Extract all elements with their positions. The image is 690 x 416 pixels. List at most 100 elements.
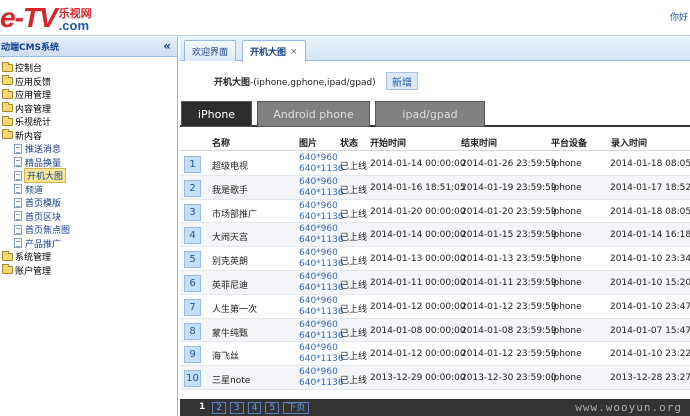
collapse-icon[interactable]: «: [163, 39, 171, 53]
table-row[interactable]: 10 三星note 640*960 640*1136 已上线 2013-12-29 00:…: [180, 366, 690, 390]
page-5[interactable]: 5: [265, 401, 280, 414]
row-platform: iphone: [551, 373, 582, 384]
sidebar-item-system-management[interactable]: 系统管理: [0, 250, 177, 264]
pic-640x960-link[interactable]: 640*960: [299, 272, 344, 283]
folder-icon: [2, 250, 13, 261]
letv-logo[interactable]: e-TV 乐视网 .com: [0, 2, 92, 33]
sidebar-item-home-focus[interactable]: 首页焦点图: [0, 223, 177, 237]
tab-welcome[interactable]: 欢迎界面: [184, 40, 237, 61]
row-start-time: 2014-01-12 00:00:00: [370, 301, 466, 312]
row-pic-links[interactable]: 640*960 640*1136: [299, 343, 344, 365]
platform-tab-android[interactable]: Android phone: [257, 101, 370, 127]
row-name-link[interactable]: 市场部推广: [212, 207, 257, 220]
pic-640x1136-link[interactable]: 640*1136: [299, 164, 344, 175]
row-name-link[interactable]: 别克英朗: [212, 254, 248, 267]
row-number: 6: [184, 274, 201, 292]
pic-640x1136-link[interactable]: 640*1136: [299, 283, 344, 294]
platform-tab-ipad[interactable]: ipad/gpad: [375, 101, 485, 127]
pic-640x1136-link[interactable]: 640*1136: [299, 212, 344, 223]
table-row[interactable]: 4 大闹天宫 640*960 640*1136 已上线 2014-01-14 00:00:…: [180, 223, 690, 248]
next-page-link[interactable]: 下页: [283, 401, 310, 414]
pic-640x960-link[interactable]: 640*960: [299, 201, 344, 212]
pic-640x960-link[interactable]: 640*960: [299, 224, 344, 235]
pic-640x1136-link[interactable]: 640*1136: [299, 354, 344, 365]
page-3[interactable]: 3: [230, 401, 244, 414]
document-icon: [14, 170, 22, 181]
page-2[interactable]: 2: [212, 401, 226, 414]
col-start: 开始时间: [370, 139, 407, 149]
table-row[interactable]: 3 市场部推广 640*960 640*1136 已上线 2014-01-20 00:00…: [180, 200, 690, 224]
sidebar-item-splash-image[interactable]: 开机大图: [0, 168, 177, 184]
sidebar-item-home-block[interactable]: 首页区块: [0, 210, 177, 224]
platform-tab-iphone[interactable]: iPhone: [181, 101, 252, 127]
row-pic-links[interactable]: 640*960 640*1136: [299, 177, 344, 199]
row-pic-links[interactable]: 640*960 640*1136: [299, 320, 344, 342]
row-name-link[interactable]: 超级电视: [212, 159, 248, 172]
pic-640x1136-link[interactable]: 640*1136: [299, 259, 344, 270]
pic-640x960-link[interactable]: 640*960: [299, 296, 344, 307]
table-row[interactable]: 6 英菲尼迪 640*960 640*1136 已上线 2014-01-11 00:00:…: [180, 270, 690, 295]
sidebar-item-app-exchange[interactable]: 精品换量: [0, 156, 177, 170]
pic-640x960-link[interactable]: 640*960: [299, 320, 344, 331]
row-end-time: 2014-01-12 23:59:59: [461, 301, 557, 312]
close-icon[interactable]: ×: [290, 47, 298, 57]
sidebar-item-home-template[interactable]: 首页模版: [0, 196, 177, 210]
sidebar-item-new-content[interactable]: 新内容: [0, 129, 177, 143]
sidebar-item-console[interactable]: 控制台: [0, 61, 177, 75]
table-header: 名称 图片 状态 开始时间 结束时间 平台设备 录入时间: [180, 131, 690, 151]
table-row[interactable]: 2 我是歌手 640*960 640*1136 已上线 2014-01-16 18:51:…: [180, 175, 690, 200]
sidebar-item-channel[interactable]: 频道: [0, 183, 177, 197]
table-row[interactable]: 1 超级电视 640*960 640*1136 已上线 2014-01-14 00:00:…: [180, 152, 690, 176]
document-icon: [14, 143, 22, 154]
row-name-link[interactable]: 我是歌手: [212, 183, 248, 196]
row-pic-links[interactable]: 640*960 640*1136: [299, 153, 344, 175]
table-row[interactable]: 5 别克英朗 640*960 640*1136 已上线 2014-01-13 00:00:…: [180, 247, 690, 271]
row-pic-links[interactable]: 640*960 640*1136: [299, 367, 344, 389]
row-pic-links[interactable]: 640*960 640*1136: [299, 201, 344, 223]
sidebar-item-app-management[interactable]: 应用管理: [0, 88, 177, 102]
folder-icon: [2, 75, 13, 86]
table-row[interactable]: 9 海飞丝 640*960 640*1136 已上线 2014-01-12 00:00:0…: [180, 342, 690, 367]
row-name-link[interactable]: 蒙牛纯甄: [212, 326, 248, 339]
pic-640x960-link[interactable]: 640*960: [299, 153, 344, 164]
pic-640x1136-link[interactable]: 640*1136: [299, 307, 344, 318]
sidebar-item-letv-stats[interactable]: 乐视统计: [0, 115, 177, 129]
sidebar-item-feedback[interactable]: 应用反馈: [0, 75, 177, 89]
pic-640x960-link[interactable]: 640*960: [299, 343, 344, 354]
pic-640x960-link[interactable]: 640*960: [299, 367, 344, 378]
row-name-link[interactable]: 大闹天宫: [212, 230, 248, 243]
pic-640x960-link[interactable]: 640*960: [299, 248, 344, 259]
row-number: 3: [184, 203, 201, 221]
watermark: www.wooyun.org: [575, 401, 682, 414]
row-name-link[interactable]: 人生第一次: [212, 302, 257, 315]
tab-splash-image[interactable]: 开机大图 ×: [242, 40, 306, 62]
row-number: 2: [184, 179, 201, 197]
col-pic: 图片: [299, 139, 318, 149]
page-1[interactable]: 1: [196, 402, 208, 414]
page-4[interactable]: 4: [247, 401, 262, 414]
row-name-link[interactable]: 三星note: [212, 373, 250, 386]
pic-640x1136-link[interactable]: 640*1136: [299, 331, 344, 342]
row-end-time: 2013-12-30 23:59:00: [461, 373, 557, 384]
sidebar-item-product-promo[interactable]: 产品推广: [0, 237, 177, 251]
pic-640x960-link[interactable]: 640*960: [299, 177, 344, 188]
pic-640x1136-link[interactable]: 640*1136: [299, 235, 344, 246]
table-row[interactable]: 7 人生第一次 640*960 640*1136 已上线 2014-01-12 00:00…: [180, 295, 690, 319]
table-row[interactable]: 8 蒙牛纯甄 640*960 640*1136 已上线 2014-01-08 00:00:…: [180, 318, 690, 343]
sidebar-item-push-message[interactable]: 推送消息: [0, 142, 177, 156]
row-pic-links[interactable]: 640*960 640*1136: [299, 296, 344, 318]
folder-open-icon: [2, 129, 13, 140]
sidebar-item-content-management[interactable]: 内容管理: [0, 102, 177, 116]
document-icon: [14, 184, 22, 195]
row-number: 8: [184, 322, 201, 340]
row-state: 已上线: [340, 280, 368, 291]
row-name-link[interactable]: 英菲尼迪: [212, 278, 248, 291]
row-pic-links[interactable]: 640*960 640*1136: [299, 272, 344, 294]
row-pic-links[interactable]: 640*960 640*1136: [299, 224, 344, 246]
row-name-link[interactable]: 海飞丝: [212, 349, 239, 362]
add-button[interactable]: 新增: [386, 72, 418, 90]
row-pic-links[interactable]: 640*960 640*1136: [299, 248, 344, 270]
pic-640x1136-link[interactable]: 640*1136: [299, 188, 344, 199]
sidebar-item-account-management[interactable]: 账户管理: [0, 264, 177, 278]
pic-640x1136-link[interactable]: 640*1136: [299, 378, 344, 389]
